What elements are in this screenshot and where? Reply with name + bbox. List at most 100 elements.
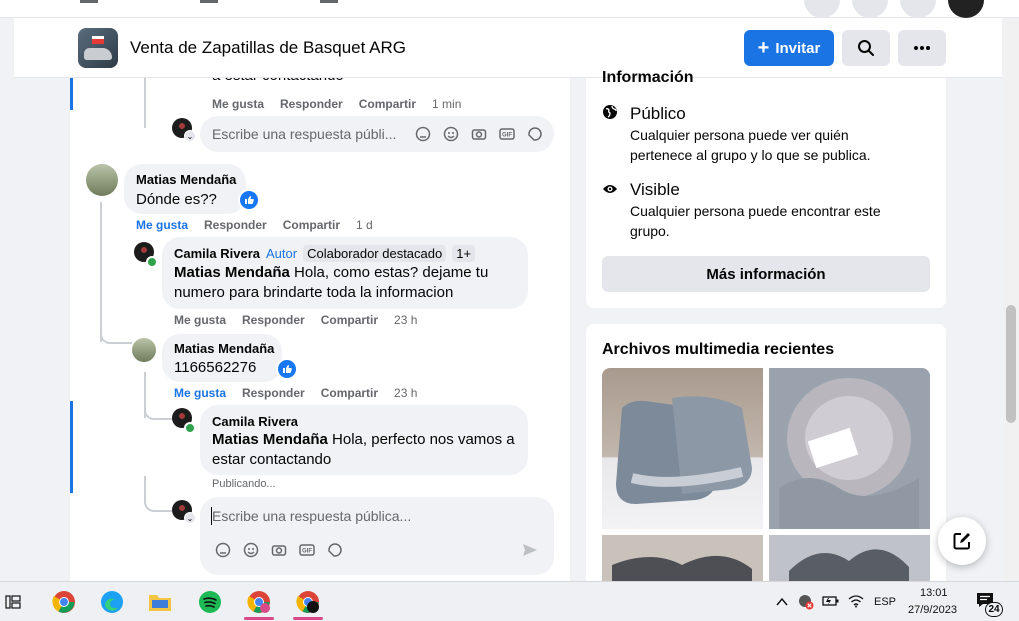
media-photo[interactable] bbox=[769, 368, 930, 529]
reply-actions: Me gusta Responder Compartir 23 h bbox=[174, 386, 417, 400]
battery-icon[interactable] bbox=[822, 594, 840, 613]
nav-menu-button[interactable] bbox=[804, 0, 840, 18]
globe-icon bbox=[602, 104, 618, 125]
reply-input-box[interactable]: Escribe una respuesta públi... GIF bbox=[200, 116, 554, 152]
top-nav-strip bbox=[0, 0, 1019, 18]
group-title[interactable]: Venta de Zapatillas de Basquet ARG bbox=[130, 38, 406, 58]
publishing-status: Publicando... bbox=[212, 478, 276, 490]
nav-messenger-button[interactable] bbox=[852, 0, 888, 18]
mention-link[interactable]: Matias Mendaña bbox=[174, 264, 290, 281]
share-link[interactable]: Compartir bbox=[321, 313, 378, 327]
emoji-icon[interactable] bbox=[442, 125, 460, 143]
notification-count-badge: 24 bbox=[985, 602, 1003, 617]
online-status-indicator bbox=[184, 422, 196, 434]
like-reaction-icon[interactable] bbox=[276, 358, 298, 380]
media-photo[interactable] bbox=[602, 368, 763, 529]
timestamp[interactable]: 1 min bbox=[432, 97, 461, 111]
eye-icon bbox=[602, 182, 618, 200]
scrollbar-thumb[interactable] bbox=[1006, 305, 1016, 423]
reply-text: Matias Mendaña Hola, como estas? dejame … bbox=[174, 264, 489, 301]
like-link[interactable]: Me gusta bbox=[174, 313, 226, 327]
chevron-down-icon[interactable]: ⌄ bbox=[184, 130, 196, 142]
share-link[interactable]: Compartir bbox=[283, 218, 340, 232]
camera-icon[interactable] bbox=[270, 541, 288, 559]
nav-profile-avatar[interactable] bbox=[948, 0, 984, 18]
reply-link[interactable]: Responder bbox=[242, 386, 305, 400]
wifi-icon[interactable] bbox=[848, 594, 864, 613]
mention-link[interactable]: Matias Mendaña bbox=[212, 431, 328, 448]
svg-text:GIF: GIF bbox=[502, 133, 512, 139]
more-badges[interactable]: 1+ bbox=[452, 245, 476, 262]
invite-button[interactable]: + Invitar bbox=[744, 30, 834, 66]
online-status-indicator bbox=[146, 256, 158, 268]
media-photo[interactable] bbox=[602, 535, 763, 584]
taskbar-chrome[interactable] bbox=[43, 584, 85, 620]
media-photo[interactable] bbox=[769, 535, 930, 584]
comment-author[interactable]: Matias Mendaña bbox=[136, 172, 236, 187]
taskbar-chrome-profile-1[interactable] bbox=[238, 584, 280, 620]
group-thumbnail[interactable] bbox=[78, 28, 118, 68]
timestamp[interactable]: 1 d bbox=[356, 218, 373, 232]
taskbar-chrome-profile-2[interactable] bbox=[287, 584, 329, 620]
taskbar-file-explorer[interactable] bbox=[139, 584, 181, 620]
active-reply-input-box[interactable]: Escribe una respuesta pública... GIF bbox=[200, 497, 554, 575]
timestamp[interactable]: 23 h bbox=[394, 313, 417, 327]
reply-bubble: Matias Mendaña 1166562276 bbox=[162, 334, 282, 382]
comment-bubble: Matias Mendaña Dónde es?? bbox=[124, 164, 246, 214]
task-view-button[interactable] bbox=[0, 584, 34, 620]
camera-icon[interactable] bbox=[470, 125, 488, 143]
reply-input[interactable]: Escribe una respuesta públi... bbox=[212, 126, 396, 142]
tray-app-icon[interactable] bbox=[798, 594, 814, 615]
privacy-public-description: Cualquier persona puede ver quién perten… bbox=[630, 127, 871, 163]
reply-actions: Me gusta Responder Compartir 23 h bbox=[174, 313, 417, 327]
reply-author[interactable]: Camila Rivera bbox=[174, 246, 260, 261]
page-scrollbar[interactable] bbox=[1003, 18, 1019, 581]
gif-icon[interactable]: GIF bbox=[498, 125, 516, 143]
reply-author[interactable]: Camila Rivera bbox=[212, 414, 298, 429]
reply-link[interactable]: Responder bbox=[280, 97, 343, 111]
like-reaction-icon[interactable] bbox=[238, 189, 260, 211]
reply-input[interactable]: Escribe una respuesta pública... bbox=[212, 508, 411, 524]
avatar[interactable] bbox=[86, 164, 118, 196]
like-link[interactable]: Me gusta bbox=[212, 97, 264, 111]
top-contributor-badge[interactable]: Colaborador destacado bbox=[303, 245, 447, 262]
sticker-icon[interactable] bbox=[526, 125, 544, 143]
clock-time[interactable]: 13:01 bbox=[920, 587, 948, 599]
reply-author-row: Camila Rivera Autor Colaborador destacad… bbox=[174, 245, 476, 262]
language-indicator[interactable]: ESP bbox=[874, 596, 896, 608]
avatar[interactable] bbox=[132, 338, 156, 362]
recent-media-title: Archivos multimedia recientes bbox=[602, 341, 835, 358]
new-message-button[interactable] bbox=[938, 517, 986, 565]
gif-icon[interactable]: GIF bbox=[298, 541, 316, 559]
clock-date[interactable]: 27/9/2023 bbox=[908, 604, 957, 616]
show-hidden-icons-button[interactable] bbox=[776, 594, 788, 612]
visibility-description: Cualquier persona puede encontrar este g… bbox=[630, 203, 881, 239]
plus-icon: + bbox=[757, 37, 770, 59]
taskbar-spotify[interactable] bbox=[189, 584, 231, 620]
taskbar-edge[interactable] bbox=[91, 584, 133, 620]
timestamp[interactable]: 23 h bbox=[394, 386, 417, 400]
like-link[interactable]: Me gusta bbox=[174, 386, 226, 400]
emoji-icon[interactable] bbox=[242, 541, 260, 559]
reply-link[interactable]: Responder bbox=[204, 218, 267, 232]
chrome-icon bbox=[52, 591, 75, 613]
avatar-sticker-icon[interactable] bbox=[414, 125, 432, 143]
reply-link[interactable]: Responder bbox=[242, 313, 305, 327]
chevron-up-icon bbox=[776, 597, 788, 606]
more-info-button[interactable]: Más información bbox=[602, 256, 930, 292]
share-link[interactable]: Compartir bbox=[321, 386, 378, 400]
send-icon[interactable] bbox=[522, 543, 538, 562]
search-button[interactable] bbox=[842, 30, 890, 66]
reply-author[interactable]: Matias Mendaña bbox=[174, 341, 274, 356]
like-link[interactable]: Me gusta bbox=[136, 218, 188, 232]
nav-tab-indicator bbox=[200, 0, 218, 3]
nav-notifications-button[interactable] bbox=[900, 0, 936, 18]
info-card-title: Información bbox=[602, 69, 694, 86]
share-link[interactable]: Compartir bbox=[359, 97, 416, 111]
avatar-sticker-icon[interactable] bbox=[214, 541, 232, 559]
more-options-button[interactable] bbox=[898, 30, 946, 66]
chevron-down-icon[interactable]: ⌄ bbox=[184, 512, 196, 524]
sticker-icon[interactable] bbox=[326, 541, 344, 559]
chrome-icon bbox=[296, 591, 319, 613]
windows-taskbar: ESP 13:01 27/9/2023 24 bbox=[0, 581, 1019, 621]
